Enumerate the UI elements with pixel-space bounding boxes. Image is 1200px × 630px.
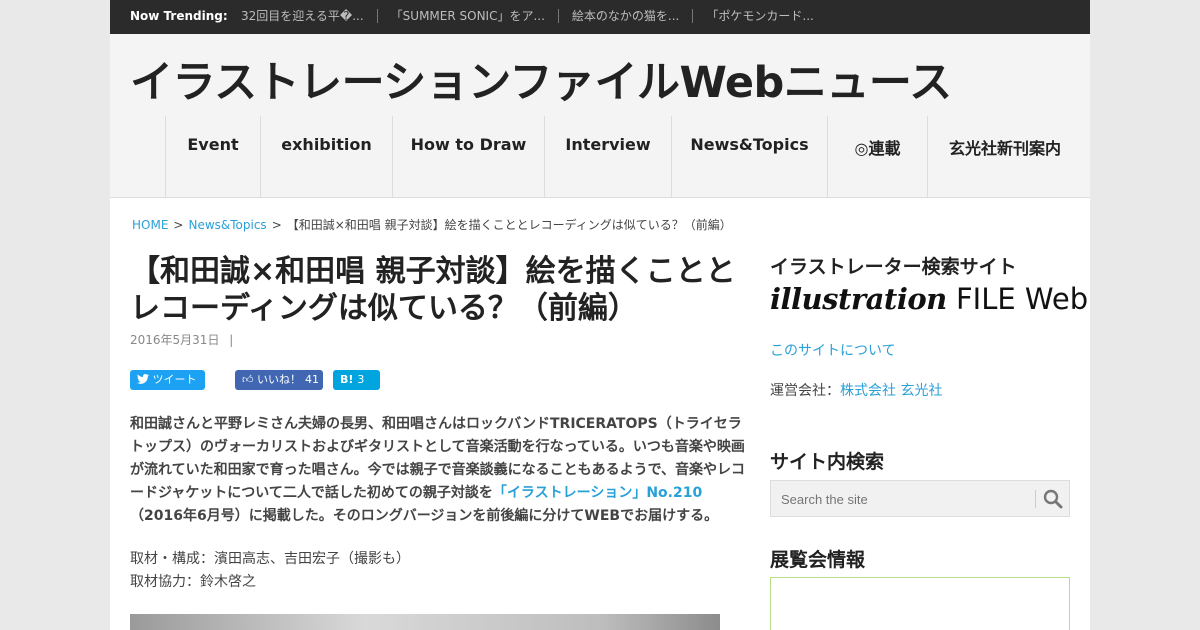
trending-label: Now Trending:	[130, 9, 228, 23]
breadcrumb: HOME > News&Topics > 【和田誠×和田唱 親子対談】絵を描くこととレコ…	[132, 216, 732, 233]
like-label: いいね！	[257, 373, 301, 386]
illustration-file-web-logo[interactable]: illustration FILE Web	[770, 282, 1088, 316]
logo-script: illustration	[770, 282, 947, 316]
trending-item[interactable]: 32回目を迎える平�...	[241, 9, 378, 23]
lead-text: （2016年6月号）に掲載した。そのロングバージョンを前後編に分けてWEBでお届…	[130, 508, 719, 524]
nav-item-exhibition[interactable]: exhibition	[260, 116, 392, 197]
company-label: 運営会社：	[770, 383, 840, 399]
main-nav: Event exhibition How to Draw Interview N…	[165, 116, 1082, 197]
meta-separator: |	[229, 333, 234, 347]
company-link[interactable]: 株式会社 玄光社	[840, 383, 942, 399]
post-meta: 2016年5月31日 |	[130, 331, 233, 348]
logo-text: FILE Web	[955, 282, 1089, 316]
exhibition-widget	[770, 577, 1070, 630]
post-lead: 和田誠さんと平野レミさん夫婦の長男、和田唱さんはロックバンドTRICERATOP…	[130, 413, 755, 528]
sidebar-search-site-heading: イラストレーター検索サイト	[770, 256, 1017, 278]
site-search-heading: サイト内検索	[770, 451, 885, 473]
thumbs-up-icon: 👍︎	[242, 373, 254, 386]
breadcrumb-category[interactable]: News&Topics	[188, 218, 266, 232]
like-count: 41	[305, 373, 319, 386]
credit-line: 取材・構成：濱田高志、吉田宏子（撮影も）	[130, 551, 410, 567]
site-search-box	[770, 480, 1070, 517]
about-site-link[interactable]: このサイトについて	[770, 340, 896, 360]
search-input[interactable]	[781, 490, 1031, 508]
site-header: イラストレーションファイルWebニュース Event exhibition Ho…	[110, 34, 1090, 198]
breadcrumb-current: 【和田誠×和田唱 親子対談】絵を描くこととレコーディングは似ている？（前編）	[286, 218, 732, 232]
nav-item-series[interactable]: ◎連載	[827, 116, 927, 197]
post-title: 【和田誠×和田唱 親子対談】絵を描くこととレコーディングは似ている？（前編）	[130, 254, 736, 326]
breadcrumb-home[interactable]: HOME	[132, 218, 168, 232]
nav-item-event[interactable]: Event	[165, 116, 260, 197]
nav-item-how-to-draw[interactable]: How to Draw	[392, 116, 544, 197]
trending-item[interactable]: 「ポケモンカード...	[706, 9, 826, 23]
post-credits: 取材・構成：濱田高志、吉田宏子（撮影も） 取材協力：鈴木啓之	[130, 548, 410, 594]
search-divider	[1035, 490, 1036, 508]
search-icon[interactable]	[1043, 489, 1063, 509]
trending-bar: Now Trending: 32回目を迎える平�... 「SUMMER SONI…	[110, 0, 1090, 34]
nav-item-interview[interactable]: Interview	[544, 116, 671, 197]
page: Now Trending: 32回目を迎える平�... 「SUMMER SONI…	[110, 0, 1090, 630]
article-photo	[130, 614, 720, 630]
breadcrumb-separator: >	[271, 218, 282, 232]
post-date: 2016年5月31日	[130, 333, 220, 347]
hatena-count: 3	[357, 373, 365, 386]
nav-item-new-books[interactable]: 玄光社新刊案内	[927, 116, 1082, 197]
trending-item[interactable]: 「SUMMER SONIC」をア...	[391, 9, 559, 23]
company-info: 運営会社：株式会社 玄光社	[770, 380, 942, 400]
twitter-bird-icon	[137, 374, 149, 384]
breadcrumb-separator: >	[173, 218, 184, 232]
trending-list: 32回目を迎える平�... 「SUMMER SONIC」をア... 絵本のなかの…	[241, 9, 840, 23]
site-title[interactable]: イラストレーションファイルWebニュース	[130, 48, 952, 110]
hatena-bookmark-button[interactable]: B! 3	[333, 370, 380, 390]
lead-magazine-link[interactable]: 「イラストレーション」No.210	[493, 485, 702, 501]
tweet-button[interactable]: ツイート	[130, 370, 205, 390]
like-button[interactable]: 👍︎ いいね！ 41	[235, 370, 323, 390]
exhibition-info-heading: 展覧会情報	[770, 549, 866, 571]
credit-line: 取材協力：鈴木啓之	[130, 574, 256, 590]
nav-item-news-topics[interactable]: News&Topics	[671, 116, 827, 197]
tweet-label: ツイート	[152, 373, 197, 386]
trending-item[interactable]: 絵本のなかの猫を...	[572, 9, 694, 23]
hatena-b-icon: B!	[340, 373, 354, 386]
